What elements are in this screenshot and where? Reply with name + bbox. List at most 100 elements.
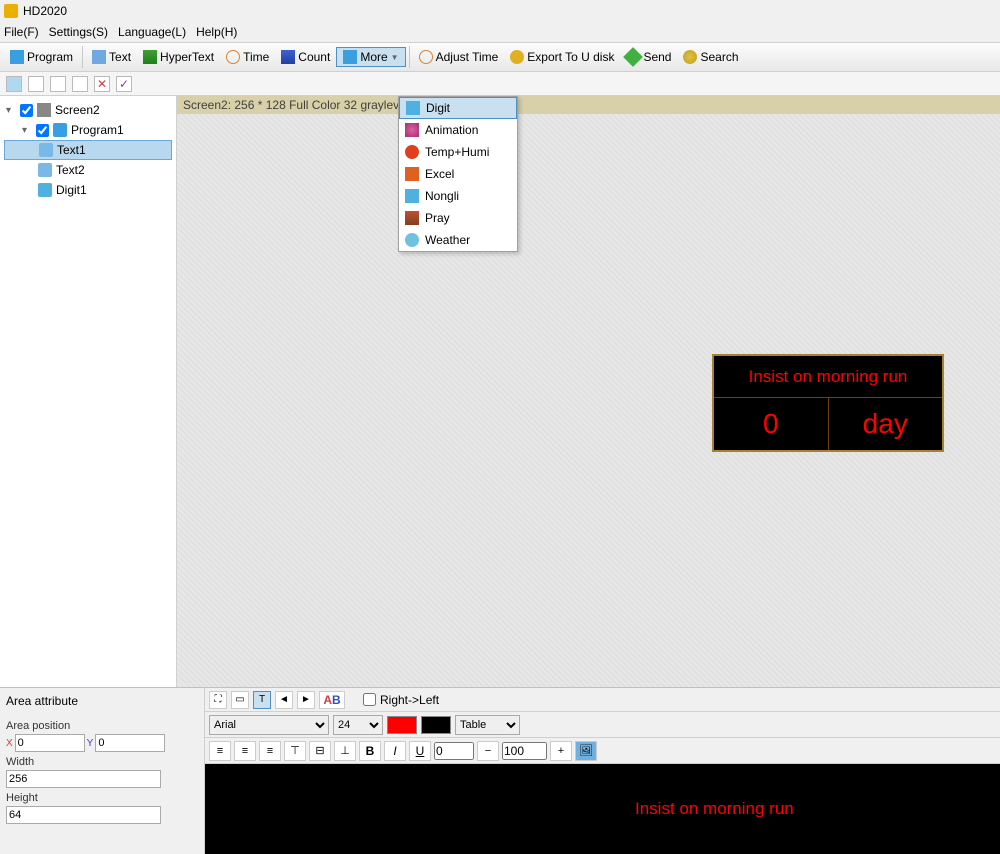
rtl-checkbox[interactable]	[363, 693, 376, 706]
nav-right-icon[interactable]: ►	[297, 691, 315, 709]
count-button[interactable]: Count	[275, 48, 336, 66]
animation-icon	[405, 123, 419, 137]
align-left-icon[interactable]: ≡	[209, 741, 231, 761]
tree-program-node[interactable]: ▾ Program1	[4, 120, 172, 140]
dropdown-digit[interactable]: Digit	[399, 97, 517, 119]
wifi-icon	[683, 50, 697, 64]
nongli-icon	[405, 189, 419, 203]
screen-checkbox[interactable]	[20, 104, 33, 117]
send-button[interactable]: Send	[620, 48, 677, 66]
valign-top-icon[interactable]: ⊤	[284, 741, 306, 761]
font-select[interactable]: Arial	[209, 715, 329, 735]
dropdown-animation[interactable]: Animation	[399, 119, 517, 141]
attr-header: Area attribute	[6, 692, 198, 716]
main-toolbar: Program Text HyperText Time Count More▼ …	[0, 42, 1000, 72]
export-button[interactable]: Export To U disk	[504, 48, 620, 66]
y-input[interactable]	[95, 734, 165, 752]
width-label: Width	[6, 752, 198, 770]
program-checkbox[interactable]	[36, 124, 49, 137]
fg-color-swatch[interactable]	[387, 716, 417, 734]
valign-bottom-icon[interactable]: ⊥	[334, 741, 356, 761]
caret-icon: ▾	[22, 125, 32, 136]
titlebar: HD2020	[0, 0, 1000, 22]
expand-icon[interactable]: ⛶	[209, 691, 227, 709]
align-center-icon[interactable]: ≡	[234, 741, 256, 761]
width-input[interactable]	[6, 770, 161, 788]
underline-icon[interactable]: U	[409, 741, 431, 761]
program-icon	[10, 50, 24, 64]
digit-icon	[406, 101, 420, 115]
hypertext-icon	[143, 50, 157, 64]
text-preview[interactable]: Insist on morning run	[205, 764, 1000, 854]
menu-language[interactable]: Language(L)	[118, 25, 186, 39]
panel-title: Insist on morning run	[714, 356, 942, 398]
tree-panel: ▾ Screen2 ▾ Program1 Text1 Text2 Digit1	[0, 96, 177, 687]
menu-file[interactable]: File(F)	[4, 25, 39, 39]
table-select[interactable]: Table	[455, 715, 520, 735]
ab-icon[interactable]: AB	[319, 691, 345, 709]
dropdown-weather[interactable]: Weather	[399, 229, 517, 251]
tool-delete-icon[interactable]: ✕	[94, 76, 110, 92]
pray-icon	[405, 211, 419, 225]
tool-add-icon[interactable]	[6, 76, 22, 92]
disk-icon	[510, 50, 524, 64]
preview-panel[interactable]: Insist on morning run 0 day	[712, 354, 944, 452]
weather-icon	[405, 233, 419, 247]
align-right-icon[interactable]: ≡	[259, 741, 281, 761]
time-button[interactable]: Time	[220, 48, 275, 66]
separator	[82, 46, 83, 68]
send-icon	[624, 47, 644, 67]
excel-icon	[405, 167, 419, 181]
size-select[interactable]: 24	[333, 715, 383, 735]
dropdown-temphumi[interactable]: Temp+Humi	[399, 141, 517, 163]
editor-panel: ⛶ ▭ T ◄ ► AB Right->Left Arial 24 Table …	[205, 688, 1000, 854]
bold-icon[interactable]: B	[359, 741, 381, 761]
area-position-label: Area position	[6, 716, 198, 734]
screen-icon	[37, 103, 51, 117]
dropdown-excel[interactable]: Excel	[399, 163, 517, 185]
dropdown-pray[interactable]: Pray	[399, 207, 517, 229]
y-label: Y	[87, 738, 94, 749]
program-icon	[53, 123, 67, 137]
canvas-area[interactable]: Screen2: 256 * 128 Full Color 32 graylev…	[177, 96, 1000, 687]
main-area: ▾ Screen2 ▾ Program1 Text1 Text2 Digit1 …	[0, 96, 1000, 687]
image-icon[interactable]: 🖼	[575, 741, 597, 761]
text-icon	[92, 50, 106, 64]
spacing-input[interactable]	[434, 742, 474, 760]
text-button[interactable]: Text	[86, 48, 137, 66]
search-button[interactable]: Search	[677, 48, 744, 66]
tool-up-icon[interactable]	[50, 76, 66, 92]
text-icon	[39, 143, 53, 157]
zoom-out-icon[interactable]: −	[477, 741, 499, 761]
more-button[interactable]: More▼	[336, 47, 405, 67]
height-input[interactable]	[6, 806, 161, 824]
tree-screen-node[interactable]: ▾ Screen2	[4, 100, 172, 120]
separator	[409, 46, 410, 68]
text-tool-icon[interactable]: T	[253, 691, 271, 709]
tool-copy-icon[interactable]	[28, 76, 44, 92]
dropdown-nongli[interactable]: Nongli	[399, 185, 517, 207]
tool-down-icon[interactable]	[72, 76, 88, 92]
italic-icon[interactable]: I	[384, 741, 406, 761]
zoom-in-icon[interactable]: +	[550, 741, 572, 761]
menu-help[interactable]: Help(H)	[196, 25, 237, 39]
tree-text1-node[interactable]: Text1	[4, 140, 172, 160]
tool-check-icon[interactable]: ✓	[116, 76, 132, 92]
adjust-time-button[interactable]: Adjust Time	[413, 48, 505, 66]
menu-settings[interactable]: Settings(S)	[49, 25, 108, 39]
hypertext-button[interactable]: HyperText	[137, 48, 220, 66]
bg-color-swatch[interactable]	[421, 716, 451, 734]
info-strip: Screen2: 256 * 128 Full Color 32 graylev…	[177, 96, 1000, 114]
rect-icon[interactable]: ▭	[231, 691, 249, 709]
x-input[interactable]	[15, 734, 85, 752]
program-button[interactable]: Program	[4, 48, 79, 66]
nav-left-icon[interactable]: ◄	[275, 691, 293, 709]
rtl-label: Right->Left	[380, 693, 439, 707]
tree-digit1-node[interactable]: Digit1	[4, 180, 172, 200]
thermo-icon	[405, 145, 419, 159]
clock-icon	[419, 50, 433, 64]
hourglass-icon	[281, 50, 295, 64]
zoom-input[interactable]	[502, 742, 547, 760]
valign-middle-icon[interactable]: ⊟	[309, 741, 331, 761]
tree-text2-node[interactable]: Text2	[4, 160, 172, 180]
